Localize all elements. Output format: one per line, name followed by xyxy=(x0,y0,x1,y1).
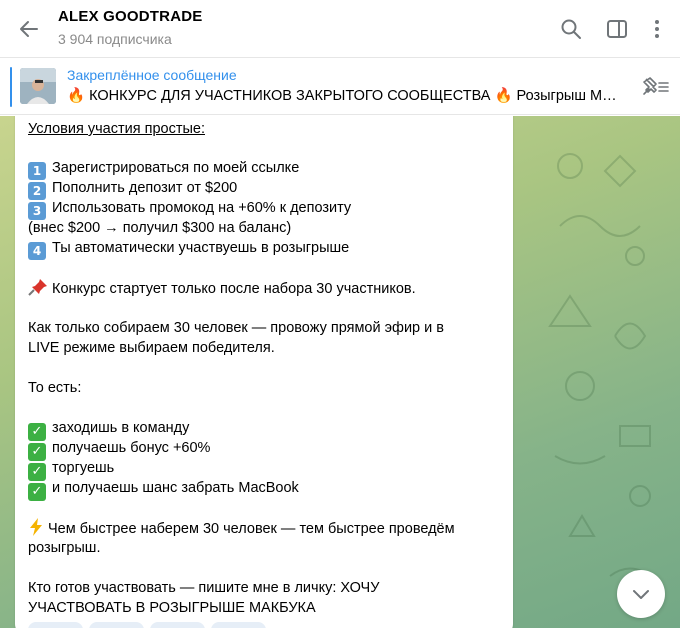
step-3-text: Использовать промокод на +60% к депозиту xyxy=(52,200,352,216)
reactions-row xyxy=(28,622,272,628)
pinned-indicator-line xyxy=(10,67,12,107)
that-is-label: То есть: xyxy=(28,380,82,396)
scroll-down-button[interactable] xyxy=(617,570,665,618)
sidebar-toggle-button[interactable] xyxy=(602,14,632,44)
reaction-chip[interactable] xyxy=(150,622,205,628)
keycap-four-icon: 4 xyxy=(28,242,46,260)
check-item-4: ✓ и получаешь шанс забрать MacBook xyxy=(28,478,299,501)
faster-line-2: розыгрыш. xyxy=(28,540,101,556)
reaction-chip[interactable] xyxy=(89,622,144,628)
start-note-line: Конкурс стартует только после набора 30 … xyxy=(28,278,416,302)
pinned-thumbnail xyxy=(20,68,56,104)
back-arrow-icon xyxy=(20,21,38,37)
pinned-text: 🔥 КОНКУРС ДЛЯ УЧАСТНИКОВ ЗАКРЫТОГО СООБЩ… xyxy=(67,88,622,104)
step-1: 1 Зарегистрироваться по моей ссылке xyxy=(28,158,299,180)
faster-text-1: Чем быстрее наберем 30 человек — тем быс… xyxy=(48,521,455,537)
step-2-text: Пополнить депозит от $200 xyxy=(52,180,238,196)
pinned-title: Закреплённое сообщение xyxy=(67,67,237,83)
cta-line-2: УЧАСТВОВАТЬ В РОЗЫГРЫШЕ МАКБУКА xyxy=(28,600,316,616)
conditions-title: Условия участия простые: xyxy=(28,121,205,137)
check-text-4: и получаешь шанс забрать MacBook xyxy=(52,480,299,496)
cta-line-1: Кто готов участвовать — пишите мне в лич… xyxy=(28,580,380,596)
step-4-text: Ты автоматически участвуешь в розыгрыше xyxy=(52,240,350,256)
search-button[interactable] xyxy=(556,14,586,44)
step-3-note: (внес $200 → получил $300 на баланс) xyxy=(28,220,292,236)
check-text-3: торгуешь xyxy=(52,460,115,476)
unpin-button[interactable] xyxy=(638,73,672,101)
more-vertical-icon xyxy=(655,20,659,38)
check-text-2: получаешь бонус +60% xyxy=(52,440,211,456)
step-3: 3 Использовать промокод на +60% к депозит… xyxy=(28,198,351,220)
channel-title-block[interactable]: ALEX GOODTRADE 3 904 подписчика xyxy=(58,8,202,47)
channel-name: ALEX GOODTRADE xyxy=(58,8,203,25)
unpin-icon xyxy=(643,77,669,95)
sidebar-toggle-icon xyxy=(607,20,627,38)
back-button[interactable] xyxy=(14,14,44,44)
step-4: 4 Ты автоматически участвуешь в розыгрыше xyxy=(28,238,349,260)
check-mark-icon: ✓ xyxy=(28,483,46,501)
pushpin-icon xyxy=(28,278,48,302)
chat-header: ALEX GOODTRADE 3 904 подписчика xyxy=(0,0,680,58)
step-2: 2 Пополнить депозит от $200 xyxy=(28,178,237,200)
pinned-message-bar[interactable]: Закреплённое сообщение 🔥 КОНКУРС ДЛЯ УЧА… xyxy=(0,59,680,115)
subscriber-count: 3 904 подписчика xyxy=(58,31,172,47)
background-pattern xyxy=(548,153,651,577)
step-1-text: Зарегистрироваться по моей ссылке xyxy=(52,160,300,176)
more-button[interactable] xyxy=(642,14,672,44)
search-icon xyxy=(561,19,581,39)
reaction-chip[interactable] xyxy=(28,622,83,628)
reaction-chip[interactable] xyxy=(211,622,266,628)
start-note: Конкурс стартует только после набора 30 … xyxy=(52,281,416,297)
live-line-2: LIVE режиме выбираем победителя. xyxy=(28,340,275,356)
chevron-down-icon xyxy=(633,590,649,599)
live-line-1: Как только собираем 30 человек — провожу… xyxy=(28,320,444,336)
check-text-1: заходишь в команду xyxy=(52,420,190,436)
